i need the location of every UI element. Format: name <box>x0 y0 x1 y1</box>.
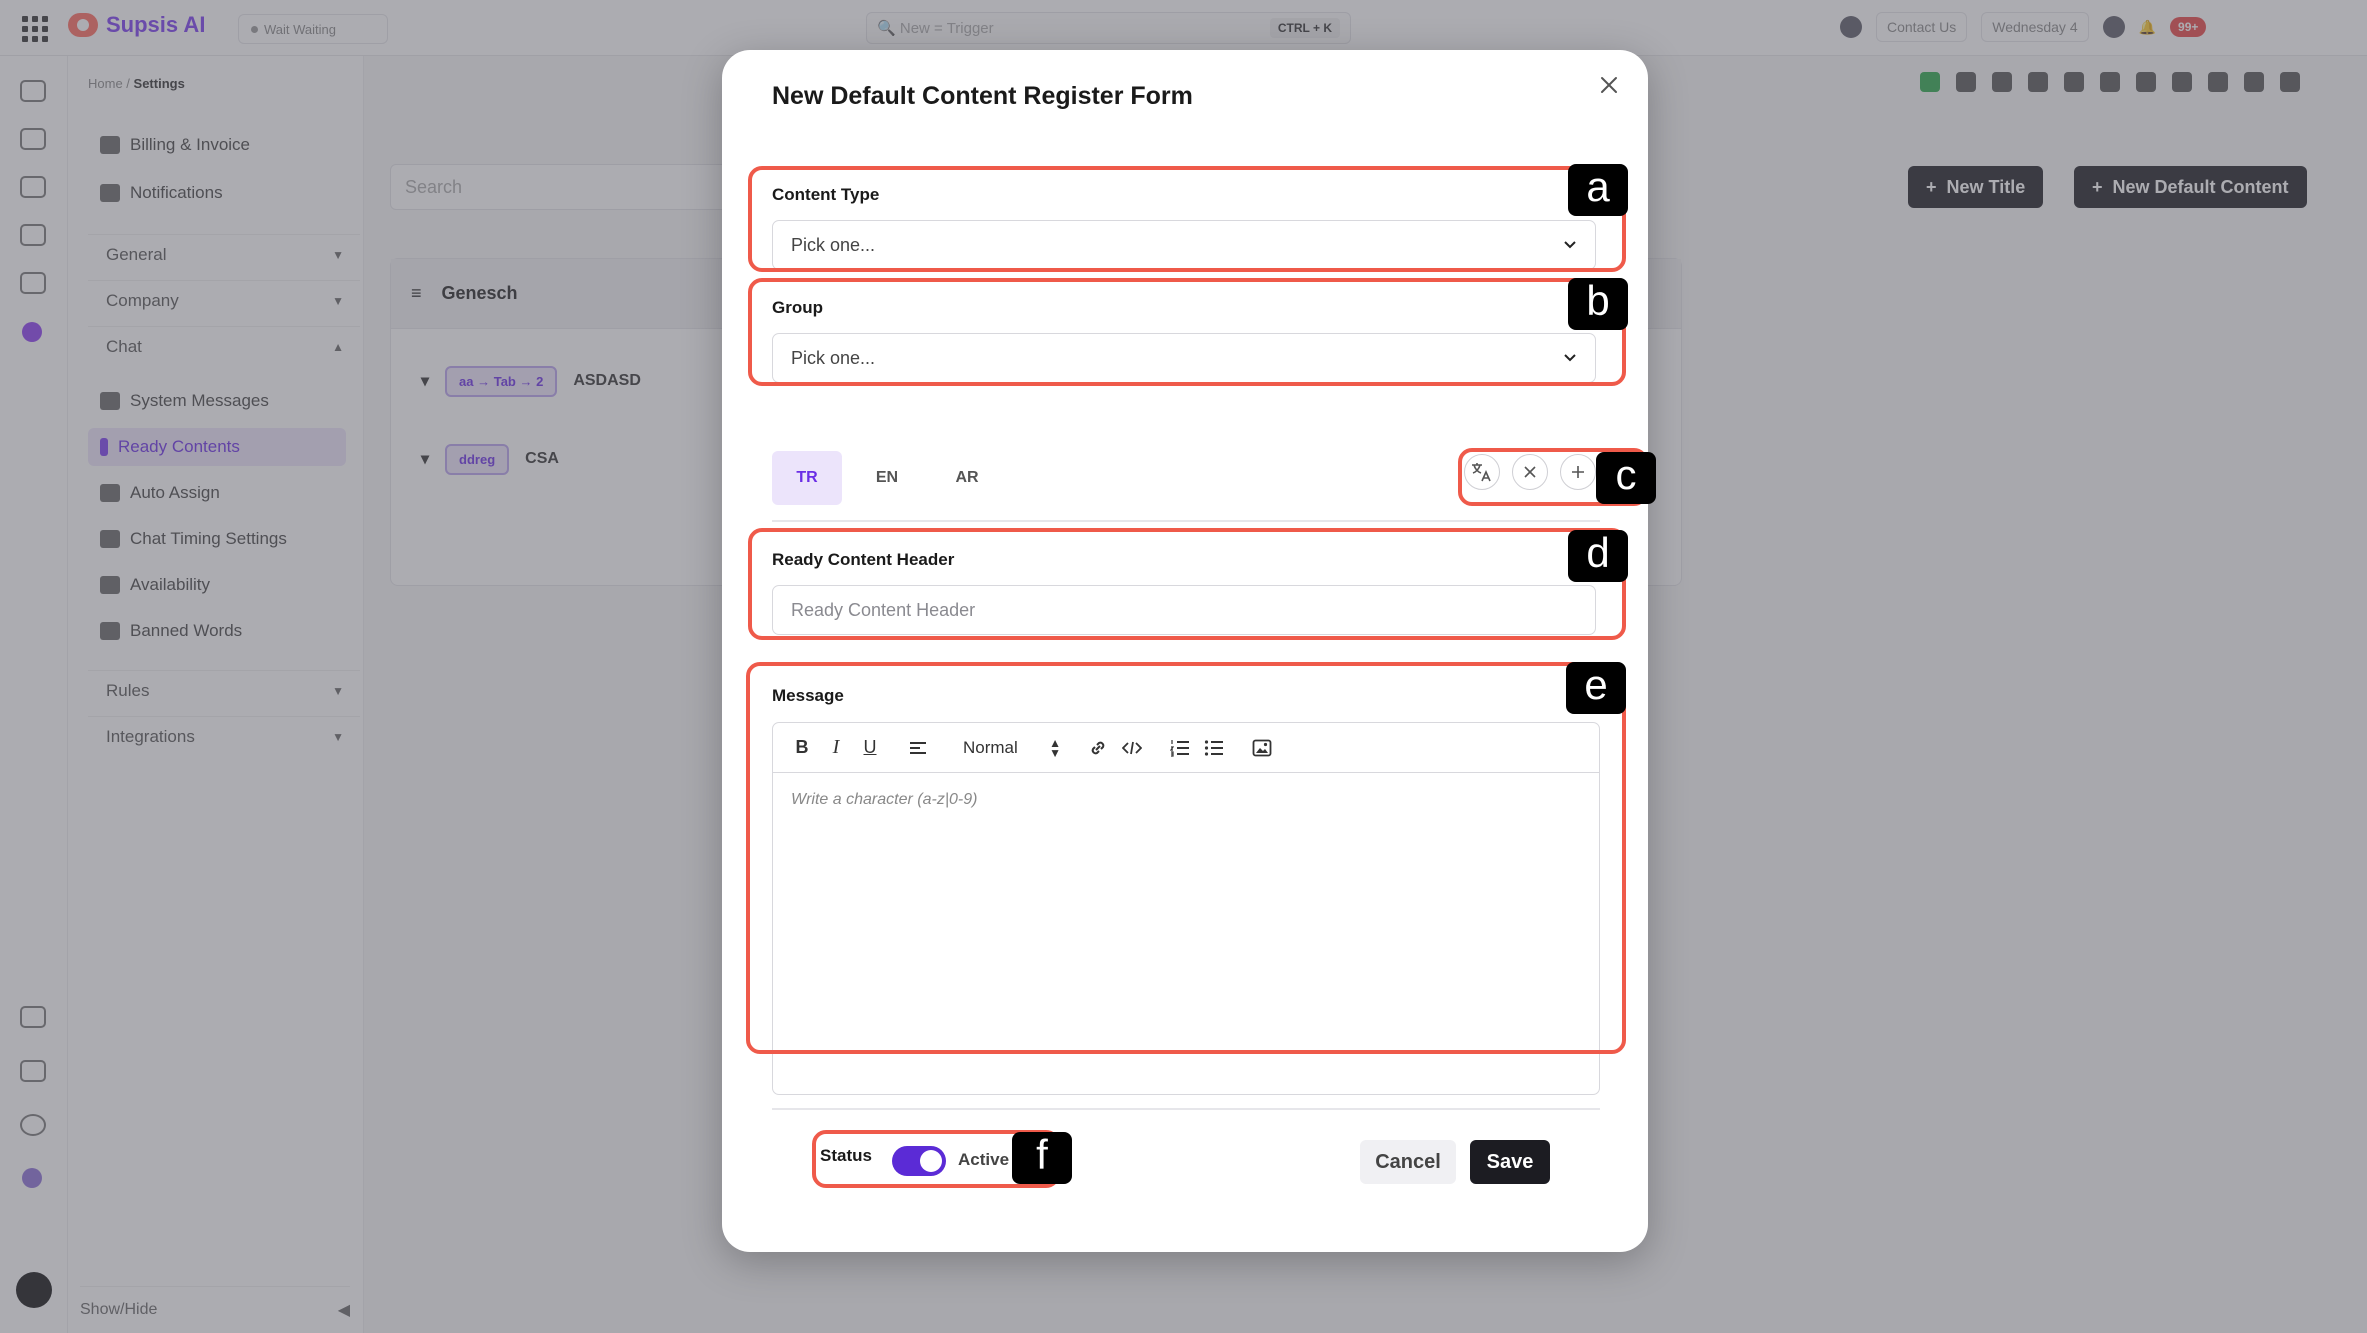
save-button[interactable]: Save <box>1470 1140 1550 1184</box>
annotation-label-a: a <box>1568 163 1628 216</box>
footer-divider <box>772 1108 1600 1110</box>
tab-en[interactable]: EN <box>852 451 922 505</box>
close-button[interactable] <box>1594 70 1624 100</box>
annotation-label-b: b <box>1568 277 1628 330</box>
close-icon <box>1601 77 1617 93</box>
tab-tr[interactable]: TR <box>772 451 842 505</box>
highlight-box-d <box>748 528 1626 640</box>
annotation-label-f: f <box>1012 1131 1072 1184</box>
tab-ar[interactable]: AR <box>932 451 1002 505</box>
highlight-box-a <box>748 166 1626 272</box>
highlight-box-b <box>748 278 1626 386</box>
language-tabs: TR EN AR <box>772 451 1012 505</box>
annotation-label-e: e <box>1566 661 1626 714</box>
language-divider <box>772 520 1600 522</box>
annotation-label-d: d <box>1568 529 1628 582</box>
modal-title: New Default Content Register Form <box>772 82 1193 110</box>
cancel-button[interactable]: Cancel <box>1360 1140 1456 1184</box>
annotation-label-c: c <box>1596 451 1656 504</box>
highlight-box-e <box>746 662 1626 1054</box>
